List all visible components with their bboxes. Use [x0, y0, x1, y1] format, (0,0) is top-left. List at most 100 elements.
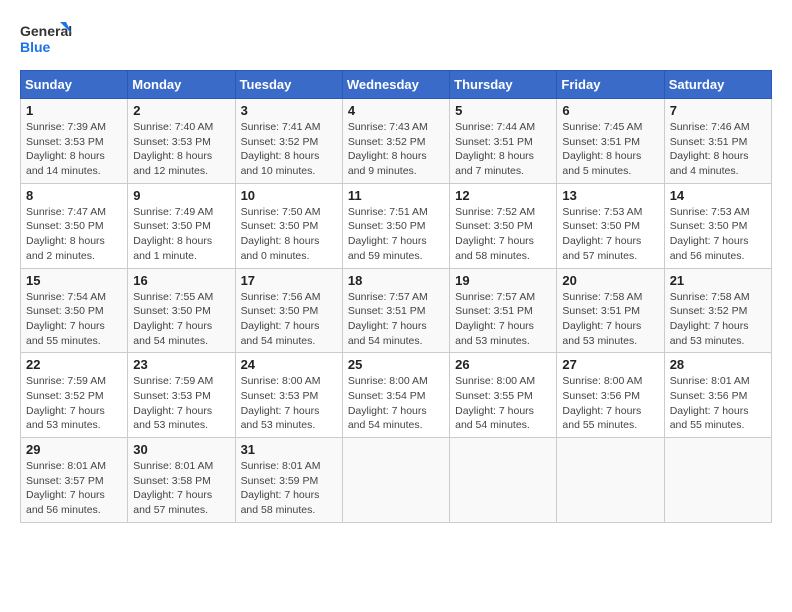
- day-number: 19: [455, 273, 551, 288]
- day-info: Sunrise: 7:58 AM Sunset: 3:52 PM Dayligh…: [670, 290, 766, 349]
- calendar-week-row: 1Sunrise: 7:39 AM Sunset: 3:53 PM Daylig…: [21, 99, 772, 184]
- day-number: 3: [241, 103, 337, 118]
- day-number: 18: [348, 273, 444, 288]
- day-info: Sunrise: 7:41 AM Sunset: 3:52 PM Dayligh…: [241, 120, 337, 179]
- day-number: 15: [26, 273, 122, 288]
- day-number: 5: [455, 103, 551, 118]
- calendar-day-cell: 17 Sunrise: 7:56 AM Sunset: 3:50 PM Dayli…: [235, 268, 342, 353]
- calendar-day-cell: 23 Sunrise: 7:59 AM Sunset: 3:53 PM Dayli…: [128, 353, 235, 438]
- day-info: Sunrise: 7:54 AM Sunset: 3:50 PM Dayligh…: [26, 290, 122, 349]
- calendar-day-cell: 18 Sunrise: 7:57 AM Sunset: 3:51 PM Dayli…: [342, 268, 449, 353]
- calendar-day-cell: 16 Sunrise: 7:55 AM Sunset: 3:50 PM Dayli…: [128, 268, 235, 353]
- day-number: 25: [348, 357, 444, 372]
- day-info: Sunrise: 7:45 AM Sunset: 3:51 PM Dayligh…: [562, 120, 658, 179]
- calendar-day-cell: 21Sunrise: 7:58 AM Sunset: 3:52 PM Dayli…: [664, 268, 771, 353]
- day-info: Sunrise: 7:59 AM Sunset: 3:52 PM Dayligh…: [26, 374, 122, 433]
- day-info: Sunrise: 8:01 AM Sunset: 3:59 PM Dayligh…: [241, 459, 337, 518]
- calendar-day-cell: 27 Sunrise: 8:00 AM Sunset: 3:56 PM Dayli…: [557, 353, 664, 438]
- calendar-day-cell: 22 Sunrise: 7:59 AM Sunset: 3:52 PM Dayli…: [21, 353, 128, 438]
- day-number: 8: [26, 188, 122, 203]
- day-info: Sunrise: 8:01 AM Sunset: 3:56 PM Dayligh…: [670, 374, 766, 433]
- day-info: Sunrise: 7:53 AM Sunset: 3:50 PM Dayligh…: [562, 205, 658, 264]
- day-info: Sunrise: 8:00 AM Sunset: 3:56 PM Dayligh…: [562, 374, 658, 433]
- day-info: Sunrise: 8:00 AM Sunset: 3:54 PM Dayligh…: [348, 374, 444, 433]
- calendar-day-cell: 10 Sunrise: 7:50 AM Sunset: 3:50 PM Dayli…: [235, 183, 342, 268]
- calendar-day-cell: 12Sunrise: 7:52 AM Sunset: 3:50 PM Dayli…: [450, 183, 557, 268]
- day-number: 22: [26, 357, 122, 372]
- calendar-week-row: 22 Sunrise: 7:59 AM Sunset: 3:52 PM Dayli…: [21, 353, 772, 438]
- day-number: 20: [562, 273, 658, 288]
- calendar-day-cell: 28 Sunrise: 8:01 AM Sunset: 3:56 PM Dayli…: [664, 353, 771, 438]
- calendar-day-cell: 6 Sunrise: 7:45 AM Sunset: 3:51 PM Daylig…: [557, 99, 664, 184]
- day-info: Sunrise: 7:57 AM Sunset: 3:51 PM Dayligh…: [348, 290, 444, 349]
- day-number: 17: [241, 273, 337, 288]
- calendar-day-cell: 14 Sunrise: 7:53 AM Sunset: 3:50 PM Dayli…: [664, 183, 771, 268]
- calendar-day-cell: 20 Sunrise: 7:58 AM Sunset: 3:51 PM Dayli…: [557, 268, 664, 353]
- calendar-week-row: 8 Sunrise: 7:47 AM Sunset: 3:50 PM Daylig…: [21, 183, 772, 268]
- day-number: 13: [562, 188, 658, 203]
- day-info: Sunrise: 7:49 AM Sunset: 3:50 PM Dayligh…: [133, 205, 229, 264]
- calendar-day-cell: [450, 438, 557, 523]
- day-number: 11: [348, 188, 444, 203]
- calendar-day-cell: [557, 438, 664, 523]
- calendar-day-cell: 30Sunrise: 8:01 AM Sunset: 3:58 PM Dayli…: [128, 438, 235, 523]
- calendar-day-cell: 8 Sunrise: 7:47 AM Sunset: 3:50 PM Daylig…: [21, 183, 128, 268]
- day-info: Sunrise: 7:39 AM Sunset: 3:53 PM Dayligh…: [26, 120, 122, 179]
- day-info: Sunrise: 7:50 AM Sunset: 3:50 PM Dayligh…: [241, 205, 337, 264]
- day-info: Sunrise: 7:47 AM Sunset: 3:50 PM Dayligh…: [26, 205, 122, 264]
- day-number: 6: [562, 103, 658, 118]
- calendar-day-cell: 13 Sunrise: 7:53 AM Sunset: 3:50 PM Dayli…: [557, 183, 664, 268]
- calendar-day-cell: 29Sunrise: 8:01 AM Sunset: 3:57 PM Dayli…: [21, 438, 128, 523]
- calendar-day-cell: 3 Sunrise: 7:41 AM Sunset: 3:52 PM Daylig…: [235, 99, 342, 184]
- day-info: Sunrise: 7:53 AM Sunset: 3:50 PM Dayligh…: [670, 205, 766, 264]
- day-number: 24: [241, 357, 337, 372]
- day-number: 4: [348, 103, 444, 118]
- calendar-week-row: 29Sunrise: 8:01 AM Sunset: 3:57 PM Dayli…: [21, 438, 772, 523]
- calendar-day-cell: 25 Sunrise: 8:00 AM Sunset: 3:54 PM Dayli…: [342, 353, 449, 438]
- day-info: Sunrise: 7:57 AM Sunset: 3:51 PM Dayligh…: [455, 290, 551, 349]
- calendar-week-row: 15 Sunrise: 7:54 AM Sunset: 3:50 PM Dayli…: [21, 268, 772, 353]
- day-info: Sunrise: 7:52 AM Sunset: 3:50 PM Dayligh…: [455, 205, 551, 264]
- day-number: 27: [562, 357, 658, 372]
- day-info: Sunrise: 7:59 AM Sunset: 3:53 PM Dayligh…: [133, 374, 229, 433]
- day-info: Sunrise: 7:56 AM Sunset: 3:50 PM Dayligh…: [241, 290, 337, 349]
- calendar-day-cell: 4 Sunrise: 7:43 AM Sunset: 3:52 PM Daylig…: [342, 99, 449, 184]
- calendar-day-cell: 5 Sunrise: 7:44 AM Sunset: 3:51 PM Daylig…: [450, 99, 557, 184]
- logo-svg: GeneralBlue: [20, 20, 75, 62]
- day-info: Sunrise: 7:55 AM Sunset: 3:50 PM Dayligh…: [133, 290, 229, 349]
- day-number: 10: [241, 188, 337, 203]
- day-info: Sunrise: 7:44 AM Sunset: 3:51 PM Dayligh…: [455, 120, 551, 179]
- day-number: 16: [133, 273, 229, 288]
- day-info: Sunrise: 7:51 AM Sunset: 3:50 PM Dayligh…: [348, 205, 444, 264]
- day-number: 14: [670, 188, 766, 203]
- calendar-day-cell: 11 Sunrise: 7:51 AM Sunset: 3:50 PM Dayli…: [342, 183, 449, 268]
- calendar-day-cell: 2Sunrise: 7:40 AM Sunset: 3:53 PM Daylig…: [128, 99, 235, 184]
- weekday-header: Wednesday: [342, 71, 449, 99]
- weekday-header: Thursday: [450, 71, 557, 99]
- calendar-day-cell: 7Sunrise: 7:46 AM Sunset: 3:51 PM Daylig…: [664, 99, 771, 184]
- day-info: Sunrise: 8:00 AM Sunset: 3:55 PM Dayligh…: [455, 374, 551, 433]
- logo: GeneralBlue: [20, 20, 75, 62]
- day-number: 28: [670, 357, 766, 372]
- day-info: Sunrise: 7:40 AM Sunset: 3:53 PM Dayligh…: [133, 120, 229, 179]
- weekday-header: Saturday: [664, 71, 771, 99]
- header: GeneralBlue: [20, 20, 772, 62]
- calendar-table: SundayMondayTuesdayWednesdayThursdayFrid…: [20, 70, 772, 523]
- day-info: Sunrise: 7:43 AM Sunset: 3:52 PM Dayligh…: [348, 120, 444, 179]
- day-info: Sunrise: 8:01 AM Sunset: 3:57 PM Dayligh…: [26, 459, 122, 518]
- calendar-day-cell: 15 Sunrise: 7:54 AM Sunset: 3:50 PM Dayli…: [21, 268, 128, 353]
- weekday-header: Friday: [557, 71, 664, 99]
- weekday-header: Tuesday: [235, 71, 342, 99]
- calendar-day-cell: [342, 438, 449, 523]
- day-number: 30: [133, 442, 229, 457]
- calendar-day-cell: [664, 438, 771, 523]
- svg-text:Blue: Blue: [20, 39, 51, 55]
- weekday-header-row: SundayMondayTuesdayWednesdayThursdayFrid…: [21, 71, 772, 99]
- calendar-day-cell: 19 Sunrise: 7:57 AM Sunset: 3:51 PM Dayli…: [450, 268, 557, 353]
- weekday-header: Sunday: [21, 71, 128, 99]
- day-info: Sunrise: 7:58 AM Sunset: 3:51 PM Dayligh…: [562, 290, 658, 349]
- day-number: 23: [133, 357, 229, 372]
- day-number: 31: [241, 442, 337, 457]
- calendar-day-cell: 9Sunrise: 7:49 AM Sunset: 3:50 PM Daylig…: [128, 183, 235, 268]
- day-number: 26: [455, 357, 551, 372]
